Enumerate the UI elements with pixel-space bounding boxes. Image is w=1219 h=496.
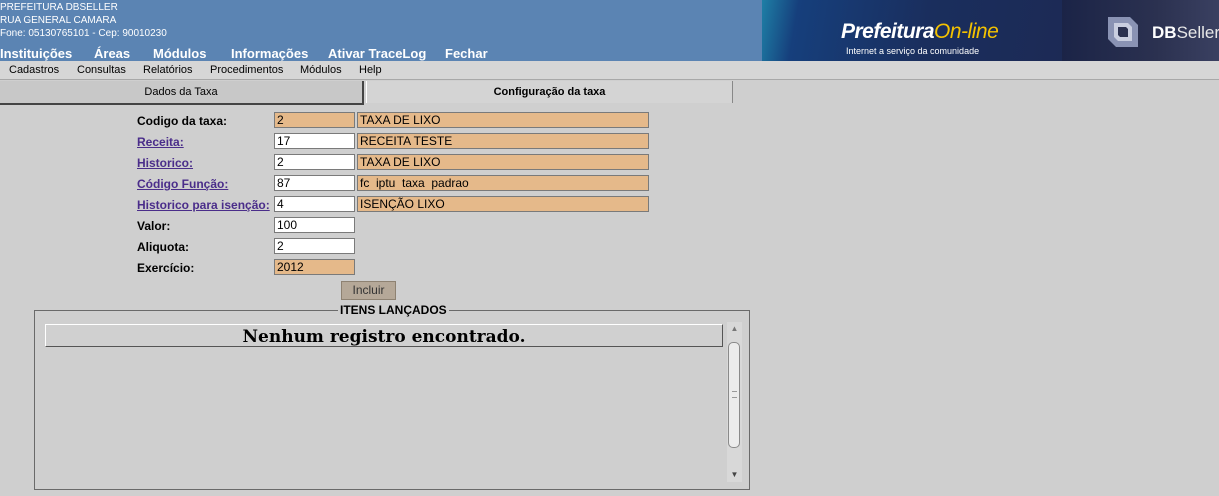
institution-info: PREFEITURA DBSELLER RUA GENERAL CAMARA F… — [0, 1, 167, 40]
scroll-thumb[interactable] — [728, 342, 740, 448]
receita-field[interactable]: 17 — [274, 133, 355, 149]
brand-title-b: On-line — [934, 20, 999, 43]
grip-icon — [732, 391, 737, 398]
aliquota-field[interactable]: 2 — [274, 238, 355, 254]
dbseller-emblem-icon — [1108, 17, 1138, 47]
valor-field[interactable]: 100 — [274, 217, 355, 233]
institution-address: RUA GENERAL CAMARA — [0, 15, 117, 26]
historico-isencao-link[interactable]: Historico para isenção: — [137, 198, 270, 212]
nav-fechar[interactable]: Fechar — [445, 46, 488, 61]
codigo-taxa-description: TAXA DE LIXO — [357, 112, 649, 128]
receita-link[interactable]: Receita: — [137, 135, 184, 149]
nav-ativar-tracelog[interactable]: Ativar TraceLog — [328, 46, 426, 61]
codigo-taxa-field[interactable]: 2 — [274, 112, 355, 128]
scroll-up-icon[interactable]: ▲ — [727, 322, 742, 336]
nav-modulos[interactable]: Módulos — [153, 46, 206, 61]
codigo-taxa-label: Codigo da taxa: — [137, 114, 228, 128]
itens-lancados-legend: ITENS LANÇADOS — [338, 303, 449, 317]
menu-procedimentos[interactable]: Procedimentos — [210, 64, 283, 76]
menu-relatorios[interactable]: Relatórios — [143, 64, 193, 76]
codigo-funcao-description: fc iptu taxa padrao — [357, 175, 649, 191]
nav-informacoes[interactable]: Informações — [231, 46, 308, 61]
prefeitura-online-logo: PrefeituraOn-line Internet a serviço da … — [762, 0, 1062, 61]
itens-scrollbar[interactable]: ▲ ▼ — [727, 322, 742, 482]
nav-areas[interactable]: Áreas — [94, 46, 130, 61]
menu-help[interactable]: Help — [359, 64, 382, 76]
historico-field[interactable]: 2 — [274, 154, 355, 170]
valor-label: Valor: — [137, 219, 171, 233]
menu-consultas[interactable]: Consultas — [77, 64, 126, 76]
institution-contact: Fone: 05130765101 - Cep: 90010230 — [0, 28, 167, 39]
vendor-name-a: DB — [1152, 23, 1177, 42]
scroll-down-icon[interactable]: ▼ — [727, 468, 742, 482]
institution-name: PREFEITURA DBSELLER — [0, 2, 118, 13]
menu-bar: Cadastros Consultas Relatórios Procedime… — [0, 61, 1219, 80]
empty-message: Nenhum registro encontrado. — [242, 327, 526, 347]
codigo-funcao-link[interactable]: Código Função: — [137, 177, 228, 191]
historico-isencao-description: ISENÇÃO LIXO — [357, 196, 649, 212]
tab-configuracao-da-taxa[interactable]: Configuração da taxa — [366, 81, 733, 103]
brand-title-a: Prefeitura — [841, 20, 935, 43]
menu-cadastros[interactable]: Cadastros — [9, 64, 59, 76]
exercicio-field[interactable]: 2012 — [274, 259, 355, 275]
historico-link[interactable]: Historico: — [137, 156, 193, 170]
receita-description: RECEITA TESTE — [357, 133, 649, 149]
vendor-name-b: Seller — [1176, 23, 1219, 42]
aliquota-label: Aliquota: — [137, 240, 189, 254]
app-header: PREFEITURA DBSELLER RUA GENERAL CAMARA F… — [0, 0, 1219, 61]
incluir-button[interactable]: Incluir — [341, 281, 396, 300]
menu-modulos[interactable]: Módulos — [300, 64, 342, 76]
exercicio-label: Exercício: — [137, 261, 195, 275]
brand-subtitle: Internet a serviço da comunidade — [846, 46, 980, 56]
dbseller-logo: DBSeller — [1062, 0, 1219, 61]
itens-grid-empty-row: Nenhum registro encontrado. — [45, 324, 723, 347]
tab-dados-da-taxa[interactable]: Dados da Taxa — [0, 81, 364, 105]
historico-description: TAXA DE LIXO — [357, 154, 649, 170]
historico-isencao-field[interactable]: 4 — [274, 196, 355, 212]
codigo-funcao-field[interactable]: 87 — [274, 175, 355, 191]
nav-instituicoes[interactable]: Instituições — [0, 46, 72, 61]
